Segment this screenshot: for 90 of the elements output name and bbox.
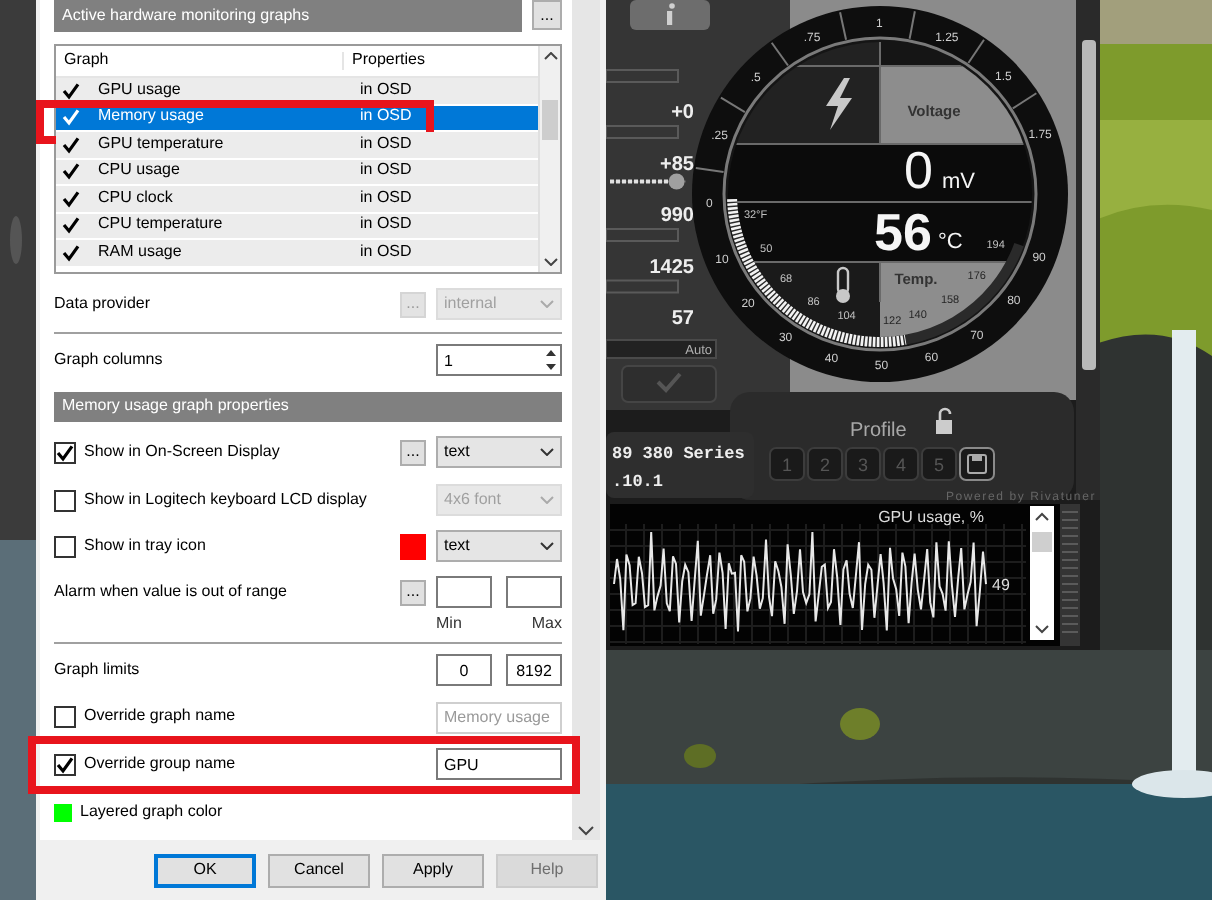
value-bar bbox=[606, 125, 679, 139]
dropdown[interactable]: text bbox=[436, 530, 562, 562]
caret-icon bbox=[540, 448, 554, 456]
list-row[interactable]: CPU usage in OSD bbox=[56, 159, 538, 186]
table-cell-text: GPU temperature bbox=[98, 135, 226, 154]
value-bar bbox=[606, 228, 679, 242]
caret-icon bbox=[540, 496, 554, 504]
list-row[interactable]: RAM usage in OSD bbox=[56, 240, 538, 267]
table-cell-text: RAM usage bbox=[98, 243, 184, 262]
padlock-icon bbox=[936, 407, 952, 434]
option-label: Data provider bbox=[54, 295, 151, 313]
table-cell: in OSD bbox=[360, 189, 412, 208]
lightning-icon bbox=[826, 78, 852, 130]
table-cell-text: GPU usage bbox=[98, 81, 183, 100]
option-label: Show in tray icon bbox=[84, 537, 206, 555]
table-cell: in OSD bbox=[360, 135, 412, 154]
input-field[interactable]: GPU bbox=[436, 748, 562, 780]
scrollbar[interactable] bbox=[538, 46, 560, 272]
scrollbar-thumb[interactable] bbox=[542, 99, 558, 139]
column-header: Properties bbox=[350, 52, 425, 70]
value-bar bbox=[606, 339, 717, 359]
thermometer-icon bbox=[836, 266, 850, 303]
option-label: Graph limits bbox=[54, 661, 140, 679]
unit-label: mV bbox=[942, 170, 975, 194]
option-label: Show in Logitech keyboard LCD display bbox=[84, 491, 367, 509]
input-field[interactable]: 0 bbox=[436, 654, 492, 686]
column-header: Graph bbox=[56, 52, 344, 70]
checkbox[interactable] bbox=[54, 441, 76, 463]
dialog-button[interactable]: OK bbox=[154, 853, 256, 887]
table-cell: in OSD bbox=[360, 81, 412, 100]
temperature-value: 56 bbox=[874, 202, 932, 262]
check-icon bbox=[656, 372, 682, 393]
option-label: Show in On-Screen Display bbox=[84, 443, 280, 461]
scroll-up-icon[interactable] bbox=[543, 52, 557, 60]
checkbox[interactable] bbox=[54, 535, 76, 557]
more-button[interactable]: ... bbox=[400, 579, 426, 605]
caret-icon bbox=[540, 300, 554, 308]
table-cell-text: CPU usage bbox=[98, 162, 182, 181]
caret-icon bbox=[540, 542, 554, 550]
table-cell-text: Memory usage bbox=[98, 108, 206, 127]
more-button[interactable]: ... bbox=[400, 439, 426, 465]
section-header: Active hardware monitoring graphs bbox=[54, 0, 522, 32]
option-label: Layered graph color bbox=[80, 803, 223, 821]
table-cell: in OSD bbox=[360, 216, 412, 235]
input-field[interactable] bbox=[506, 576, 562, 608]
dialog-button[interactable]: Cancel bbox=[268, 853, 370, 887]
input-field[interactable] bbox=[436, 576, 492, 608]
field-caption: Min bbox=[436, 616, 462, 636]
version-label: .10.1 bbox=[612, 472, 664, 492]
list-row[interactable]: GPU temperature in OSD bbox=[56, 132, 538, 159]
scrollbar[interactable] bbox=[572, 0, 600, 840]
value-bar bbox=[606, 279, 679, 294]
table-cell-text: CPU temperature bbox=[98, 216, 225, 235]
save-button[interactable] bbox=[959, 447, 995, 481]
info-icon bbox=[667, 3, 675, 25]
readout-value: 57 bbox=[671, 308, 694, 330]
info-button[interactable] bbox=[630, 0, 710, 30]
color-swatch[interactable] bbox=[54, 803, 72, 821]
scrollbar[interactable] bbox=[1030, 506, 1054, 640]
readout-value: 1425 bbox=[649, 256, 694, 279]
option-label: Override group name bbox=[84, 755, 236, 773]
profile-label: Profile bbox=[850, 420, 907, 442]
section-header: Memory usage graph properties bbox=[54, 392, 562, 422]
table-cell: in OSD bbox=[360, 108, 412, 127]
input-field[interactable]: 8192 bbox=[506, 654, 562, 686]
option-label: Override graph name bbox=[84, 708, 236, 726]
table-cell: in OSD bbox=[360, 162, 412, 181]
readout-value: 990 bbox=[660, 205, 694, 227]
table-cell-text: CPU clock bbox=[98, 189, 175, 208]
field-caption: Max bbox=[531, 616, 562, 636]
dropdown[interactable]: text bbox=[436, 436, 562, 468]
card-name: 89 380 Series bbox=[612, 444, 745, 464]
list-row[interactable]: CPU clock in OSD bbox=[56, 186, 538, 213]
scroll-down-icon[interactable] bbox=[578, 826, 594, 836]
scroll-down-icon[interactable] bbox=[543, 258, 557, 266]
more-button[interactable]: ... bbox=[532, 0, 562, 30]
graph-title: GPU usage, % bbox=[878, 508, 984, 526]
unit-label: °C bbox=[938, 230, 963, 254]
dialog-button[interactable]: Apply bbox=[382, 853, 484, 887]
slider-thumb[interactable] bbox=[668, 173, 685, 190]
checkbox[interactable] bbox=[54, 753, 76, 775]
readout-value: +85 bbox=[660, 153, 694, 176]
option-label: Alarm when value is out of range bbox=[54, 583, 288, 601]
list-row[interactable]: CPU temperature in OSD bbox=[56, 213, 538, 240]
color-swatch[interactable] bbox=[400, 533, 426, 559]
readout-value: +0 bbox=[671, 102, 694, 124]
graph-value: 49 bbox=[992, 576, 1010, 594]
option-label: Graph columns bbox=[54, 351, 163, 369]
voltage-value: 0 bbox=[904, 140, 933, 200]
table-cell: in OSD bbox=[360, 243, 412, 262]
